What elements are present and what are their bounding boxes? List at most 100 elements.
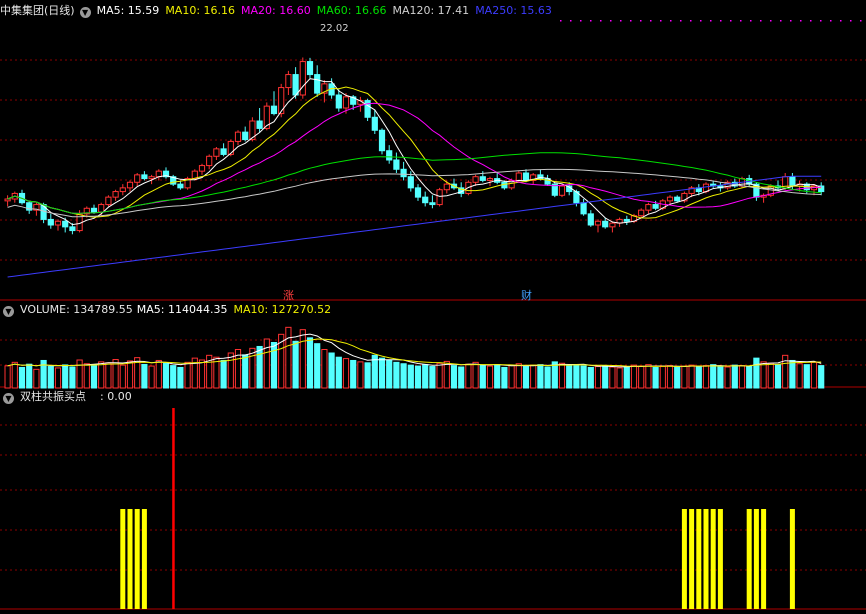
volume-bar (688, 364, 695, 389)
volume-bar (69, 366, 76, 389)
volume-bar (702, 365, 710, 389)
candle-body (371, 116, 378, 131)
volume-bar (126, 360, 134, 389)
volume-bar (774, 364, 782, 389)
signal-yellow-bar (141, 509, 147, 609)
volume-bar (378, 357, 386, 389)
volume-bar (357, 361, 364, 389)
volume-bar (724, 366, 731, 389)
ma20-label: MA20: 16.60 (241, 4, 311, 17)
volume-bar (242, 354, 249, 389)
volume-bar (263, 338, 270, 389)
signal-yellow-bar (710, 509, 716, 609)
header-dot (850, 20, 852, 22)
volume-bar (573, 364, 580, 389)
volume-bar (580, 365, 587, 389)
candle-body (472, 176, 479, 183)
chevron-down-icon[interactable]: ▼ (3, 306, 14, 317)
candle-body (594, 220, 602, 226)
candle-body (69, 226, 76, 232)
candle-body (666, 196, 674, 202)
candle-body (400, 168, 407, 178)
volume-bar (558, 362, 566, 389)
candle-body (429, 202, 436, 206)
volume-bar (54, 367, 62, 389)
volume-bar (184, 361, 191, 389)
header-dot (830, 20, 832, 22)
limit-up-marker[interactable]: 涨 (283, 287, 294, 303)
signal-panel-header: ▼ 双柱共振买点 : 0.00 (0, 389, 866, 405)
header-dot (800, 20, 802, 22)
candle-body (378, 129, 386, 152)
candle-body (62, 220, 69, 228)
signal-title: 双柱共振买点 (20, 390, 86, 403)
volume-bar (450, 365, 458, 389)
volume-bar (566, 365, 573, 389)
volume-bar (98, 361, 105, 389)
signal-yellow-bar (689, 509, 695, 609)
header-dot (560, 20, 562, 22)
candle-body (443, 183, 450, 191)
ma5-label: MA5: 15.59 (96, 4, 160, 17)
volume-bar (76, 359, 83, 389)
volume-bar (285, 326, 292, 389)
volume-bar (393, 361, 400, 389)
volume-bar (400, 363, 407, 389)
volume-bar (738, 365, 746, 389)
volume-bar (494, 364, 501, 389)
header-dot (640, 20, 642, 22)
signal-value: : 0.00 (100, 390, 132, 403)
volume-title: VOLUME: 134789.55 (20, 303, 133, 316)
volume-bar (4, 365, 11, 389)
candle-body (306, 61, 314, 76)
volume-bar (659, 366, 666, 389)
volume-bar (83, 363, 90, 389)
header-dot (760, 20, 762, 22)
header-dot (740, 20, 742, 22)
header-dot (600, 20, 602, 22)
candle-body (141, 174, 148, 180)
header-dot (820, 20, 822, 22)
volume-bar (767, 362, 774, 389)
volume-bar (623, 366, 630, 389)
candle-body (220, 148, 227, 155)
volume-bar (818, 365, 825, 389)
volume-bar (227, 352, 234, 389)
volume-bar (328, 352, 335, 389)
candle-body (558, 185, 566, 196)
volume-bar (33, 368, 40, 389)
volume-bar (630, 364, 638, 389)
header-dot (810, 20, 812, 22)
header-dot (670, 20, 672, 22)
volume-bar (537, 364, 544, 389)
volume-bar (342, 358, 350, 389)
volume-bar (90, 365, 98, 389)
volume-bar (386, 359, 393, 389)
candle-body (602, 220, 609, 228)
finance-marker[interactable]: 财 (521, 287, 532, 303)
volume-bar (486, 365, 494, 389)
volume-bar (760, 361, 767, 389)
signal-yellow-bar (753, 509, 759, 609)
chevron-down-icon[interactable]: ▼ (3, 393, 14, 404)
candle-body (299, 61, 306, 96)
volume-bar (306, 337, 314, 389)
volume-bar (515, 363, 522, 389)
header-dot (700, 20, 702, 22)
signal-red-bar (172, 408, 175, 609)
volume-bar (544, 366, 551, 389)
volume-bar (407, 364, 414, 389)
volume-bar (472, 361, 479, 389)
candle-body (270, 105, 278, 115)
ma5-line (7, 78, 822, 226)
volume-bar (530, 364, 537, 389)
candle-body (227, 140, 234, 155)
volume-bar (220, 359, 227, 389)
signal-yellow-bar (717, 509, 723, 609)
chevron-down-icon[interactable]: ▼ (79, 7, 91, 18)
volume-bar (105, 362, 112, 389)
candle-body (645, 204, 652, 211)
candle-body (155, 170, 162, 178)
candle-body (126, 181, 134, 189)
volume-bar (422, 364, 429, 389)
